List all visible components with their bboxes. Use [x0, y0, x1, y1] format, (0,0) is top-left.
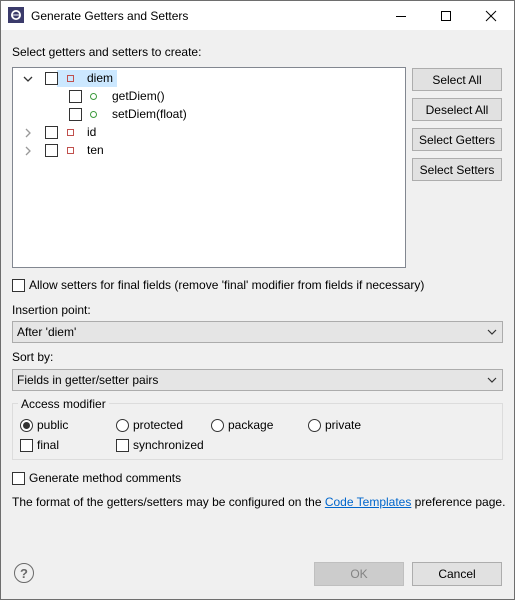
- footer-note: The format of the getters/setters may be…: [12, 495, 505, 509]
- radio-private[interactable]: [308, 419, 321, 432]
- ok-button[interactable]: OK: [314, 562, 404, 586]
- synchronized-label: synchronized: [133, 438, 204, 452]
- window-title: Generate Getters and Setters: [31, 9, 189, 23]
- help-icon: ?: [20, 565, 28, 581]
- close-button[interactable]: [469, 0, 513, 31]
- field-icon: [67, 147, 74, 154]
- radio-package[interactable]: [211, 419, 224, 432]
- tree-checkbox-setdiem[interactable]: [69, 108, 82, 121]
- radio-public[interactable]: [20, 419, 33, 432]
- minimize-button[interactable]: [379, 0, 423, 31]
- generate-comments-label: Generate method comments: [29, 471, 182, 485]
- method-icon: [90, 111, 97, 118]
- sort-by-label: Sort by:: [12, 350, 54, 364]
- synchronized-checkbox[interactable]: [116, 439, 129, 452]
- select-all-button[interactable]: Select All: [412, 68, 502, 91]
- chevron-down-icon[interactable]: [22, 73, 34, 85]
- method-icon: [90, 93, 97, 100]
- help-button[interactable]: ?: [14, 563, 34, 583]
- generate-comments-checkbox[interactable]: [12, 472, 25, 485]
- access-modifier-title: Access modifier: [18, 397, 109, 411]
- insertion-point-dropdown[interactable]: After 'diem': [12, 321, 503, 343]
- tree-item-setdiem[interactable]: setDiem(float): [112, 107, 187, 121]
- minimize-icon: [396, 15, 406, 17]
- footer-note-prefix: The format of the getters/setters may be…: [12, 495, 325, 509]
- tree-checkbox-getdiem[interactable]: [69, 90, 82, 103]
- final-label: final: [37, 438, 60, 452]
- code-templates-link[interactable]: Code Templates: [325, 495, 412, 509]
- chevron-right-icon[interactable]: [22, 145, 34, 157]
- allow-setters-final-label: Allow setters for final fields (remove '…: [29, 278, 425, 292]
- eclipse-icon: [8, 7, 24, 23]
- radio-selected-dot: [23, 422, 30, 429]
- chevron-down-icon: [487, 377, 497, 383]
- close-icon: [485, 10, 497, 21]
- footer-note-suffix: preference page.: [411, 495, 506, 509]
- members-tree[interactable]: diem getDiem() setDiem(float) id ten: [12, 67, 406, 268]
- sort-by-dropdown[interactable]: Fields in getter/setter pairs: [12, 369, 503, 391]
- maximize-icon: [441, 10, 451, 21]
- chevron-down-icon: [487, 329, 497, 335]
- insertion-point-label: Insertion point:: [12, 303, 91, 317]
- maximize-button[interactable]: [424, 0, 468, 31]
- select-setters-button[interactable]: Select Setters: [412, 158, 502, 181]
- cancel-button[interactable]: Cancel: [412, 562, 502, 586]
- tree-checkbox-diem[interactable]: [45, 72, 58, 85]
- chevron-right-icon[interactable]: [22, 127, 34, 139]
- deselect-all-button[interactable]: Deselect All: [412, 98, 502, 121]
- tree-item-id[interactable]: id: [87, 125, 96, 139]
- tree-label: Select getters and setters to create:: [12, 45, 202, 59]
- allow-setters-final-checkbox[interactable]: [12, 279, 25, 292]
- title-bar: Generate Getters and Setters: [0, 0, 515, 31]
- tree-item-diem[interactable]: diem: [87, 71, 113, 85]
- tree-item-getdiem[interactable]: getDiem(): [112, 89, 165, 103]
- tree-checkbox-ten[interactable]: [45, 144, 58, 157]
- final-checkbox[interactable]: [20, 439, 33, 452]
- radio-public-label: public: [37, 418, 69, 432]
- select-getters-button[interactable]: Select Getters: [412, 128, 502, 151]
- radio-protected[interactable]: [116, 419, 129, 432]
- insertion-point-value: After 'diem': [17, 325, 77, 339]
- radio-private-label: private: [325, 418, 362, 432]
- sort-by-value: Fields in getter/setter pairs: [17, 373, 159, 387]
- tree-checkbox-id[interactable]: [45, 126, 58, 139]
- radio-protected-label: protected: [133, 418, 184, 432]
- field-icon: [67, 75, 74, 82]
- radio-package-label: package: [228, 418, 274, 432]
- tree-item-ten[interactable]: ten: [87, 143, 104, 157]
- field-icon: [67, 129, 74, 136]
